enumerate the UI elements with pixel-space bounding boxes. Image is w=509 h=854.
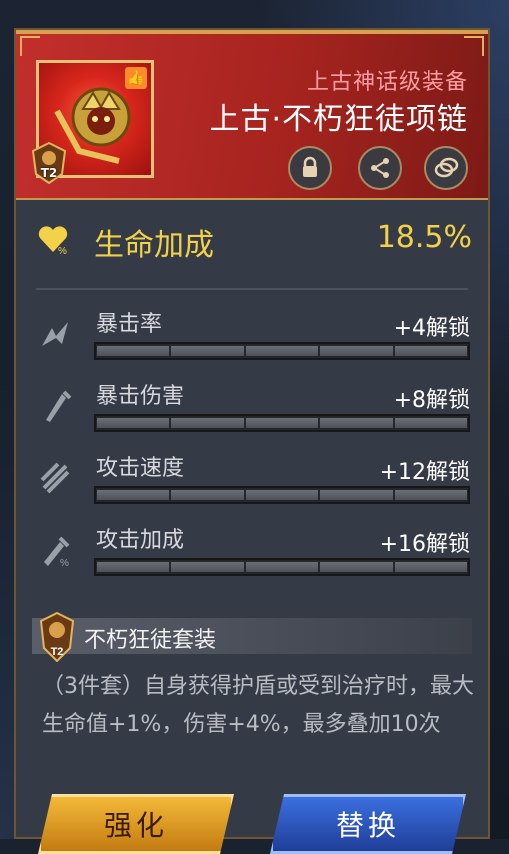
svg-text:%: % — [60, 558, 69, 568]
sub-stat-row: 攻击速度 +12解锁 — [16, 450, 488, 520]
sub-stat-unlock: +16解锁 — [379, 532, 470, 557]
thumbs-up-icon: 👍 — [125, 67, 147, 89]
frame-corner — [464, 36, 484, 56]
lock-icon — [303, 156, 317, 177]
set-tier-label: T2 — [51, 646, 64, 658]
sell-button[interactable] — [424, 146, 468, 190]
sub-stat-label: 攻击加成 — [96, 528, 185, 553]
heart-bonus-icon: % — [38, 226, 68, 256]
share-button[interactable] — [358, 146, 402, 190]
share-icon — [371, 158, 389, 178]
sub-stat-label: 暴击伤害 — [96, 384, 185, 409]
item-header: 👍 T2 上古神话级装备 上古·不朽狂徒项链 — [16, 30, 488, 200]
set-tier-badge: T2 — [39, 611, 75, 663]
divider — [36, 288, 468, 290]
set-title: 不朽狂徒套装 — [84, 628, 217, 653]
sub-stat-row: 暴击率 +4解锁 — [16, 306, 488, 376]
set-description: （3件套）自身获得护盾或受到治疗时，最大生命值+1%，伤害+4%，最多叠加10次 — [42, 674, 474, 737]
main-stat-label: 生命加成 — [94, 228, 214, 263]
sub-stat-unlock: +4解锁 — [393, 316, 470, 341]
main-stat-value: 18.5% — [376, 220, 472, 255]
crit-rate-icon — [42, 322, 68, 346]
equipment-detail-panel: 👍 T2 上古神话级装备 上古·不朽狂徒项链 % 生命加成 18.5% 暴击率 … — [14, 28, 490, 839]
item-rarity: 上古神话级装备 — [306, 70, 468, 95]
main-stat-row: % 生命加成 18.5% — [16, 218, 488, 263]
attack-bonus-icon: % — [44, 536, 70, 568]
frame-corner — [20, 36, 40, 56]
sub-stat-row: % 攻击加成 +16解锁 — [16, 522, 488, 592]
sub-stat-row: 暴击伤害 +8解锁 — [16, 378, 488, 448]
tier-label: T2 — [40, 166, 58, 180]
locked-progress-bar — [94, 342, 470, 360]
sub-stat-label: 暴击率 — [96, 312, 163, 337]
coins-icon — [434, 157, 459, 178]
locked-progress-bar — [94, 414, 470, 432]
lock-button[interactable] — [288, 146, 332, 190]
locked-progress-bar — [94, 558, 470, 576]
lion-crest-icon: T2 — [39, 611, 75, 663]
sub-stat-unlock: +8解锁 — [393, 388, 470, 413]
tier-badge: T2 — [31, 141, 67, 185]
sub-stat-unlock: +12解锁 — [379, 460, 470, 485]
attack-speed-icon — [40, 462, 70, 494]
sub-stat-label: 攻击速度 — [96, 456, 185, 481]
strengthen-button[interactable]: 强化 — [38, 794, 234, 854]
locked-progress-bar — [94, 486, 470, 504]
replace-button[interactable]: 替换 — [270, 794, 466, 854]
svg-text:%: % — [58, 246, 67, 256]
item-name: 上古·不朽狂徒项链 — [209, 102, 468, 137]
crit-damage-icon — [46, 390, 72, 422]
